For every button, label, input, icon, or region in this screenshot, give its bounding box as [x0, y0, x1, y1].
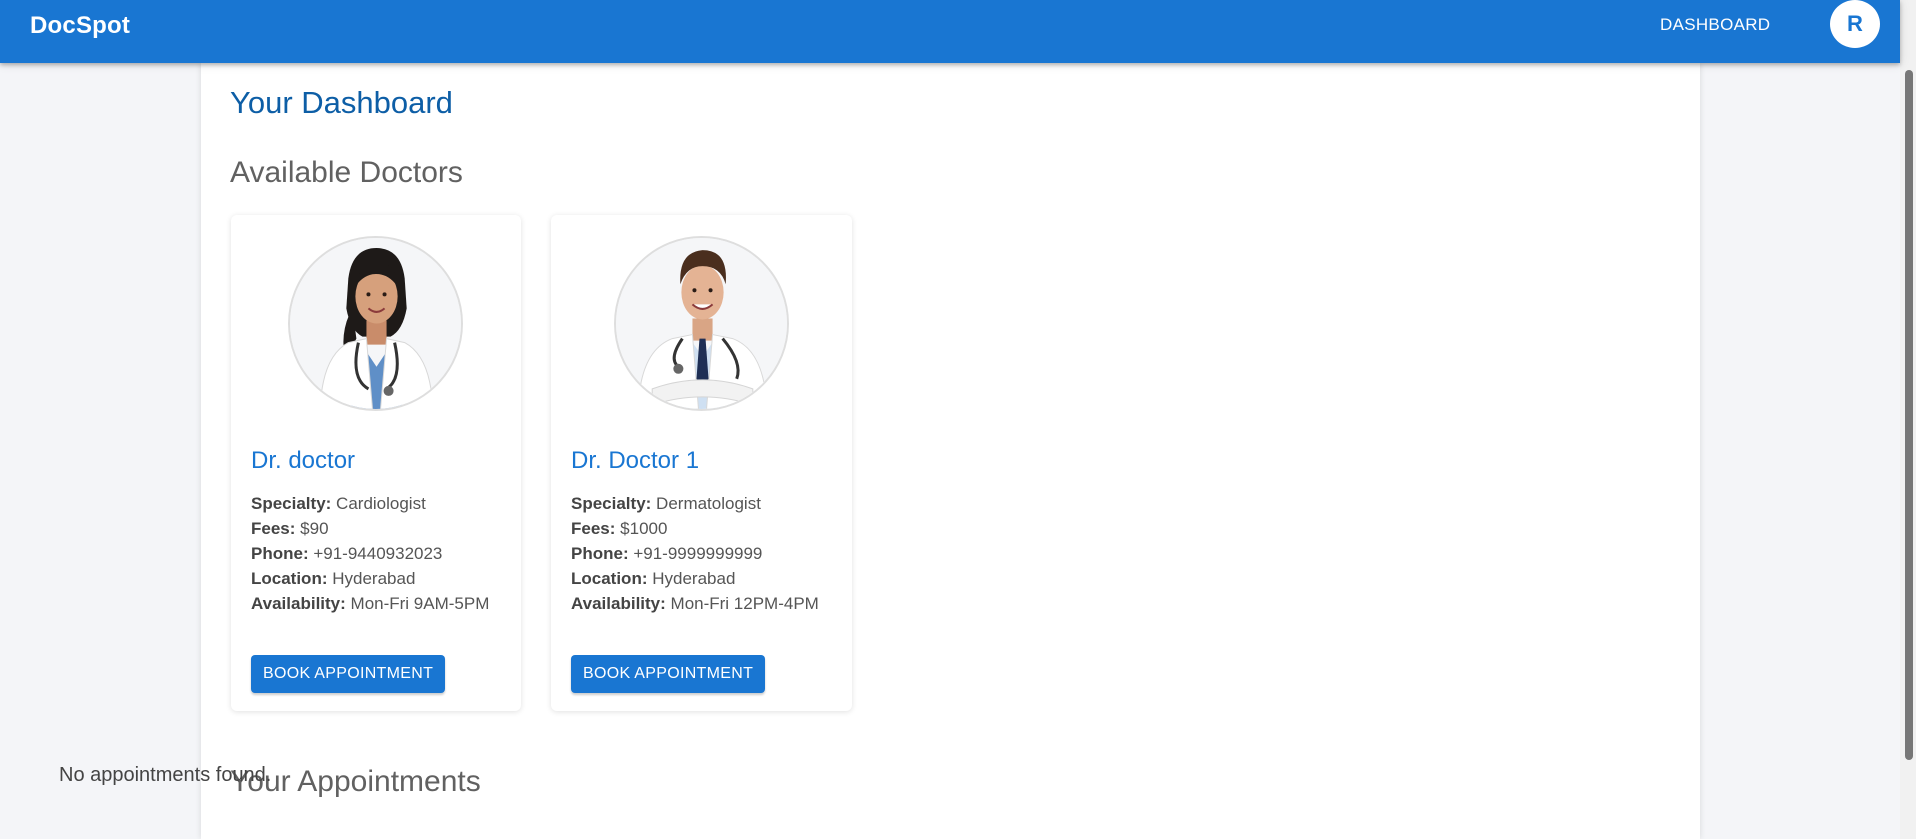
availability-value: Mon-Fri 9AM-5PM	[350, 594, 490, 613]
availability-value: Mon-Fri 12PM-4PM	[670, 594, 819, 613]
doctor-card: Dr. doctor Specialty: Cardiologist Fees:…	[231, 215, 521, 711]
scrollbar-thumb[interactable]	[1905, 70, 1913, 760]
nav-dashboard-link[interactable]: DASHBOARD	[1660, 15, 1770, 35]
male-doctor-photo-icon	[614, 236, 789, 411]
fees-row: Fees: $90	[251, 516, 489, 541]
specialty-value: Cardiologist	[336, 494, 426, 513]
location-value: Hyderabad	[652, 569, 736, 588]
phone-value: +91-9999999999	[633, 544, 763, 563]
phone-row: Phone: +91-9999999999	[571, 541, 819, 566]
doctor-details: Specialty: Dermatologist Fees: $1000 Pho…	[571, 491, 819, 616]
specialty-row: Specialty: Cardiologist	[251, 491, 489, 516]
specialty-label: Specialty:	[251, 494, 332, 513]
specialty-label: Specialty:	[571, 494, 652, 513]
doctor-name: Dr. Doctor 1	[571, 447, 700, 474]
phone-label: Phone:	[571, 544, 629, 563]
fees-value: $1000	[620, 519, 668, 538]
availability-label: Availability:	[251, 594, 346, 613]
doctor-details: Specialty: Cardiologist Fees: $90 Phone:…	[251, 491, 489, 616]
phone-row: Phone: +91-9440932023	[251, 541, 489, 566]
availability-label: Availability:	[571, 594, 666, 613]
availability-row: Availability: Mon-Fri 9AM-5PM	[251, 591, 489, 616]
app-bar: DocSpot DASHBOARD R	[0, 0, 1900, 63]
female-doctor-photo-icon	[288, 236, 463, 411]
location-row: Location: Hyderabad	[571, 566, 819, 591]
fees-label: Fees:	[251, 519, 296, 538]
phone-value: +91-9440932023	[313, 544, 443, 563]
brand-logo[interactable]: DocSpot	[30, 12, 130, 40]
doctor-name: Dr. doctor	[251, 447, 356, 474]
available-doctors-heading: Available Doctors	[230, 156, 463, 189]
dashboard-container: Your Dashboard Available Doctors Dr. doc…	[201, 63, 1700, 839]
book-appointment-button[interactable]: BOOK APPOINTMENT	[571, 655, 766, 693]
book-appointment-button[interactable]: BOOK APPOINTMENT	[251, 655, 446, 693]
fees-value: $90	[300, 519, 329, 538]
location-label: Location:	[251, 569, 328, 588]
phone-label: Phone:	[251, 544, 309, 563]
page-title: Your Dashboard	[230, 85, 453, 120]
fees-row: Fees: $1000	[571, 516, 819, 541]
no-appointments-text: No appointments found.	[59, 764, 272, 786]
specialty-value: Dermatologist	[656, 494, 761, 513]
location-row: Location: Hyderabad	[251, 566, 489, 591]
fees-label: Fees:	[571, 519, 616, 538]
location-value: Hyderabad	[332, 569, 416, 588]
doctor-card: Dr. Doctor 1 Specialty: Dermatologist Fe…	[551, 215, 852, 711]
location-label: Location:	[571, 569, 648, 588]
availability-row: Availability: Mon-Fri 12PM-4PM	[571, 591, 819, 616]
user-avatar[interactable]: R	[1830, 0, 1880, 48]
specialty-row: Specialty: Dermatologist	[571, 491, 819, 516]
